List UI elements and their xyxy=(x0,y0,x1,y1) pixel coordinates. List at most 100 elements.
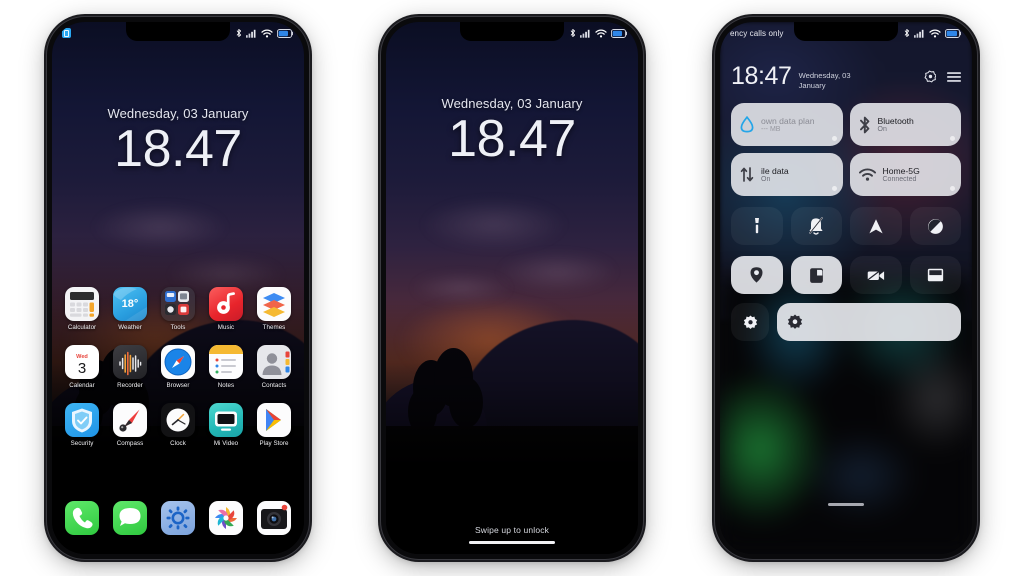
lock-clock-widget: Wednesday, 03 January 18.47 xyxy=(386,96,638,167)
messages-icon[interactable] xyxy=(113,501,147,535)
tile-wifi[interactable]: Home-5G Connected xyxy=(849,153,961,197)
battery-icon xyxy=(611,28,627,38)
hamburger-menu-icon[interactable] xyxy=(947,71,961,83)
toggle-reading-mode[interactable] xyxy=(790,256,842,295)
bluetooth-icon xyxy=(904,28,910,38)
cc-time: 18:47 xyxy=(731,62,792,90)
app-label: Music xyxy=(217,324,235,331)
home-screen-display: Wednesday, 03 January 18.47 Calculator 1… xyxy=(52,22,304,554)
reading-mode-icon xyxy=(809,268,823,283)
status-bar: ency calls only xyxy=(720,22,972,44)
app-play-store[interactable]: Play Store xyxy=(253,403,295,447)
clock-icon xyxy=(161,403,195,437)
app-compass[interactable]: Compass xyxy=(109,403,151,447)
lock-screen-display: Wednesday, 03 January 18.47 Swipe up to … xyxy=(386,22,638,554)
app-recorder[interactable]: Recorder xyxy=(109,345,151,389)
toggle-flashlight[interactable] xyxy=(731,207,783,246)
music-icon xyxy=(209,287,243,321)
flashlight-icon xyxy=(754,218,759,234)
app-calendar[interactable]: Wed 3 Calendar xyxy=(61,345,103,389)
split-screen-icon xyxy=(927,269,943,282)
unlock-area[interactable]: Swipe up to unlock xyxy=(386,525,638,544)
app-grid: Calculator 18° Weather Tools Music Theme… xyxy=(52,287,304,447)
compass-icon xyxy=(113,403,147,437)
notes-icon xyxy=(209,345,243,379)
mi-video-icon xyxy=(209,403,243,437)
app-contacts[interactable]: Contacts xyxy=(253,345,295,389)
status-bar xyxy=(386,22,638,44)
app-calculator[interactable]: Calculator xyxy=(61,287,103,331)
tile-bluetooth[interactable]: Bluetooth On xyxy=(849,103,961,147)
toggle-silent[interactable] xyxy=(790,207,842,246)
contacts-icon xyxy=(257,345,291,379)
signal-icon xyxy=(914,29,924,38)
lock-time: 18.47 xyxy=(448,110,576,168)
toggle-location[interactable] xyxy=(731,256,783,295)
tile-subtitle: On xyxy=(761,176,771,184)
signal-icon xyxy=(246,29,256,38)
app-label: Weather xyxy=(118,324,142,331)
app-row: Security Compass Clock Mi Video Play Sto… xyxy=(61,403,295,447)
tile-data-plan[interactable]: own data plan --- MB xyxy=(731,103,843,147)
app-label: Clock xyxy=(170,440,186,447)
app-security[interactable]: Security xyxy=(61,403,103,447)
app-label: Calculator xyxy=(67,324,97,331)
app-browser[interactable]: Browser xyxy=(157,345,199,389)
tile-title: Bluetooth xyxy=(877,116,914,127)
play-store-icon xyxy=(257,403,291,437)
photos-icon[interactable] xyxy=(209,501,243,535)
toggle-navigation[interactable] xyxy=(850,207,902,246)
app-label: Themes xyxy=(262,324,286,331)
tile-subtitle: Connected xyxy=(882,176,917,184)
recorder-icon xyxy=(113,345,147,379)
battery-icon xyxy=(945,28,961,38)
silent-bell-icon xyxy=(809,217,824,236)
app-label: Play Store xyxy=(259,440,289,447)
brightness-slider[interactable] xyxy=(777,303,961,342)
toggle-screen-record[interactable] xyxy=(850,256,902,295)
home-indicator[interactable] xyxy=(469,541,555,544)
settings-gear-icon[interactable] xyxy=(161,501,195,535)
tile-mobile-data[interactable]: ile data On xyxy=(731,153,843,197)
app-label: Browser xyxy=(166,382,190,389)
status-bar xyxy=(52,22,304,44)
calendar-icon: Wed 3 xyxy=(65,345,99,379)
app-tools[interactable]: Tools xyxy=(157,287,199,331)
battery-icon xyxy=(277,28,293,38)
weather-icon: 18° xyxy=(113,287,147,321)
brightness-row xyxy=(731,303,961,342)
app-weather[interactable]: 18° Weather xyxy=(109,287,151,331)
tile-title: ile data xyxy=(761,166,789,177)
toggle-split-screen[interactable] xyxy=(909,256,961,295)
app-mi-video[interactable]: Mi Video xyxy=(205,403,247,447)
unlock-hint-text: Swipe up to unlock xyxy=(474,525,550,535)
app-clock[interactable]: Clock xyxy=(157,403,199,447)
app-label: Compass xyxy=(116,440,144,447)
settings-gear-icon[interactable] xyxy=(923,70,936,83)
bluetooth-icon xyxy=(236,28,242,38)
carrier-status-text: ency calls only xyxy=(730,28,784,38)
lock-date: Wednesday, 03 January xyxy=(441,96,583,111)
toggle-auto-brightness[interactable] xyxy=(731,303,769,342)
calculator-icon xyxy=(65,287,99,321)
tools-folder-icon xyxy=(161,287,195,321)
control-center-header: 18:47 Wednesday, 03 January xyxy=(731,64,961,90)
app-label: Tools xyxy=(170,324,186,331)
toggle-dnd[interactable] xyxy=(909,207,961,246)
brightness-sun-icon xyxy=(787,314,803,330)
app-notes[interactable]: Notes xyxy=(205,345,247,389)
auto-brightness-icon xyxy=(743,315,757,329)
toggle-row-1 xyxy=(731,207,961,246)
phone-control-center: ency calls only 18:47 Wednesday, 03 Janu… xyxy=(715,17,977,559)
phone-icon[interactable] xyxy=(65,501,99,535)
dock xyxy=(52,501,304,535)
panel-drag-handle[interactable] xyxy=(828,503,864,506)
tile-title: Home-5G xyxy=(882,166,920,177)
app-themes[interactable]: Themes xyxy=(253,287,295,331)
app-music[interactable]: Music xyxy=(205,287,247,331)
notification-badge-icon xyxy=(62,28,71,38)
camera-icon[interactable] xyxy=(257,501,291,535)
app-label: Notes xyxy=(217,382,235,389)
app-label: Contacts xyxy=(261,382,287,389)
wifi-icon xyxy=(595,29,607,37)
